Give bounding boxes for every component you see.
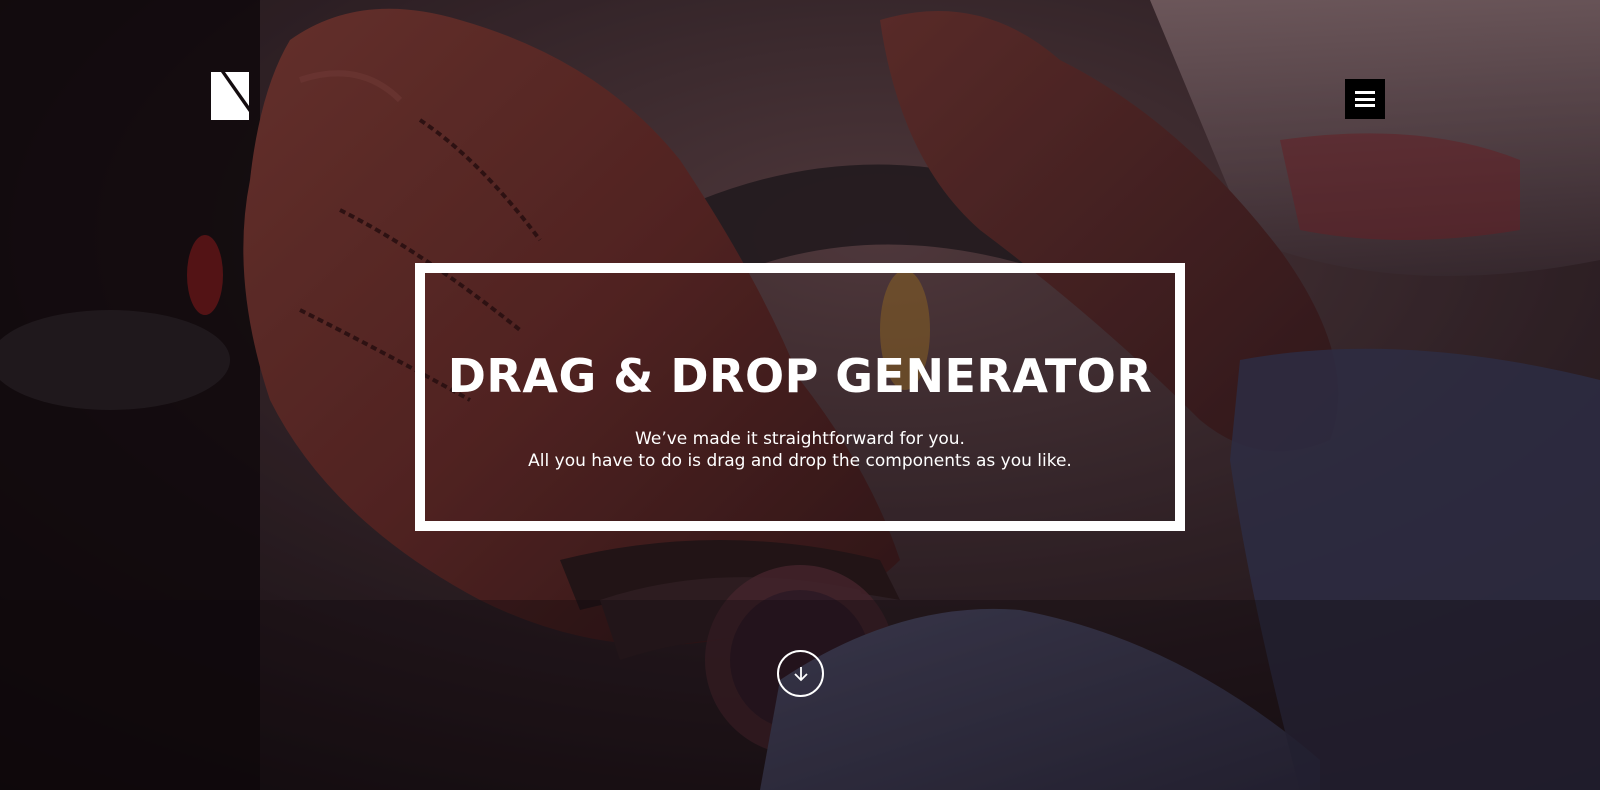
hero-subtitle: We’ve made it straightforward for you. A… <box>425 428 1175 472</box>
arrow-down-icon <box>793 666 808 681</box>
hero-frame: DRAG & DROP GENERATOR We’ve made it stra… <box>415 263 1185 531</box>
hero-subtitle-line-2: All you have to do is drag and drop the … <box>528 451 1072 471</box>
hamburger-menu-icon <box>1355 91 1375 107</box>
hero-subtitle-line-1: We’ve made it straightforward for you. <box>635 429 965 449</box>
hero-title: DRAG & DROP GENERATOR <box>447 349 1153 403</box>
scroll-down-button[interactable] <box>777 650 824 697</box>
hero-section: DRAG & DROP GENERATOR We’ve made it stra… <box>0 0 1600 790</box>
menu-button[interactable] <box>1345 79 1385 119</box>
brand-logo[interactable] <box>211 72 249 120</box>
